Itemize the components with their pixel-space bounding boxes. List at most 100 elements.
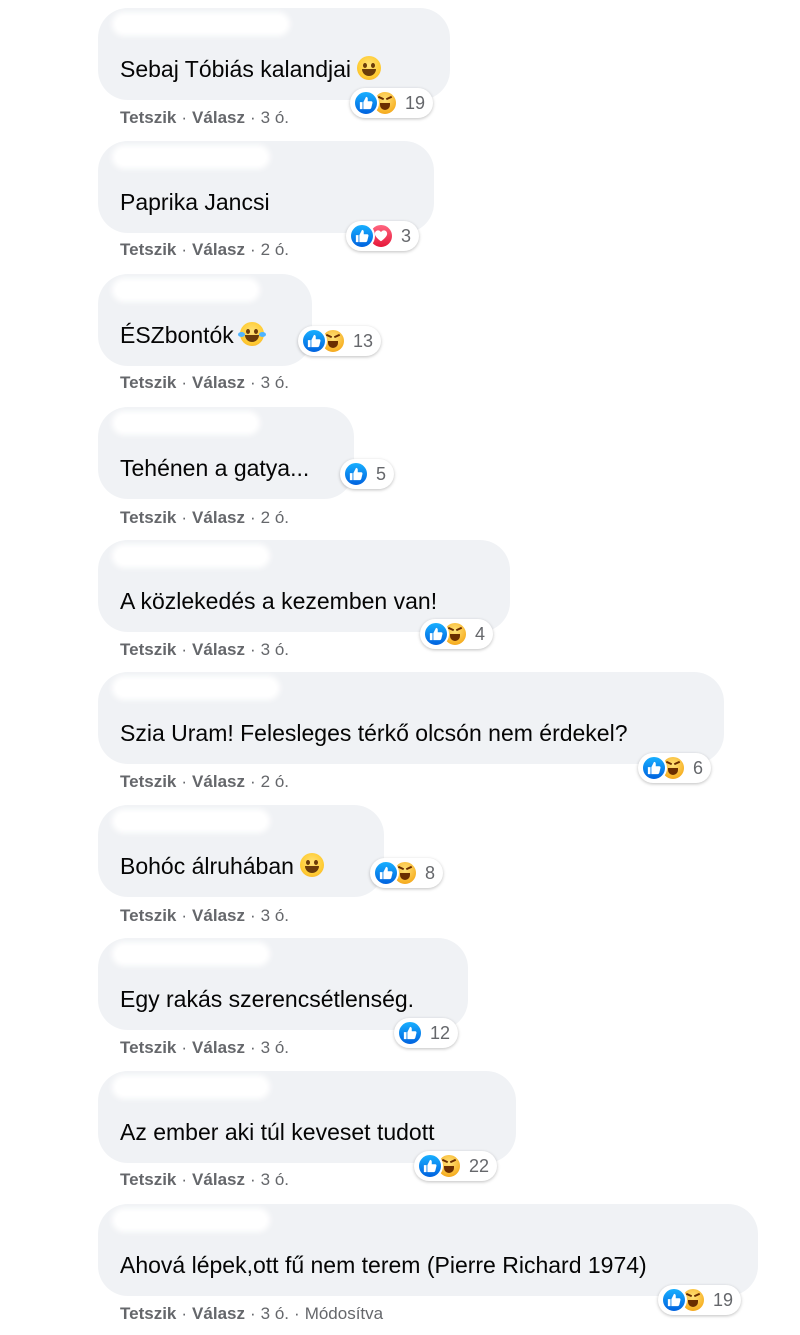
like-reaction-icon <box>641 755 667 781</box>
tears-of-joy-icon <box>237 322 266 346</box>
edited-label[interactable]: Módosítva <box>305 1304 383 1323</box>
comment-actions: Tetszik · Válasz · 3 ó. <box>120 373 290 392</box>
comment-bubble: Tehénen a gatya... 5 <box>98 407 395 499</box>
author-name-redacted[interactable] <box>116 548 266 564</box>
reaction-count: 8 <box>425 863 436 883</box>
comment-actions: Tetszik · Válasz · 3 ó. <box>120 1170 290 1189</box>
reaction-summary[interactable]: 19 <box>350 88 434 118</box>
timestamp[interactable]: 3 ó. <box>261 373 289 392</box>
reaction-count: 22 <box>469 1156 490 1176</box>
reaction-count: 4 <box>475 624 486 644</box>
author-name-redacted[interactable] <box>116 946 266 962</box>
timestamp[interactable]: 3 ó. <box>261 906 289 925</box>
like-link[interactable]: Tetszik <box>120 508 176 527</box>
reaction-count: 12 <box>430 1023 451 1043</box>
comment-1: Sebaj Tóbiás kalandjai 19 Tetszik · Válasz… <box>98 8 450 127</box>
like-link[interactable]: Tetszik <box>120 373 176 392</box>
reply-link[interactable]: Válasz <box>192 508 245 527</box>
author-name-redacted[interactable] <box>116 1212 266 1228</box>
comment-actions: Tetszik · Válasz · 3 ó. <box>120 906 290 925</box>
author-name-redacted[interactable] <box>116 813 266 829</box>
like-reaction-icon <box>661 1287 687 1313</box>
comment-bubble: Sebaj Tóbiás kalandjai 19 <box>98 8 450 118</box>
like-reaction-icon <box>397 1020 423 1046</box>
reaction-summary[interactable]: 22 <box>414 1151 498 1181</box>
like-reaction-icon <box>343 461 369 487</box>
reaction-count: 19 <box>405 93 426 113</box>
reaction-summary[interactable]: 3 <box>346 221 420 251</box>
comment-9: Az ember aki túl keveset tudott 22 Tetsz… <box>98 1071 516 1189</box>
comment-bubble: A közlekedés a kezemben van! 4 <box>98 540 510 649</box>
author-name-redacted[interactable] <box>116 16 286 32</box>
comment-actions: Tetszik · Válasz · 3 ó. <box>120 108 290 127</box>
comment-text: A közlekedés a kezemben van! <box>120 588 438 614</box>
timestamp[interactable]: 3 ó. <box>261 640 289 659</box>
author-name-redacted[interactable] <box>116 680 276 696</box>
comment-bubble: ÉSZbontók 13 <box>98 274 382 366</box>
like-link[interactable]: Tetszik <box>120 1304 176 1323</box>
like-reaction-icon <box>353 90 379 116</box>
like-reaction-icon <box>423 621 449 647</box>
comment-2: Paprika Jancsi 3 Tetszik · Válasz · 2 ó. <box>98 141 434 259</box>
comment-text: Egy rakás szerencsétlenség. <box>120 986 415 1012</box>
comment-bubble: Bohóc álruhában 8 <box>98 805 444 897</box>
comment-text: Szia Uram! Felesleges térkő olcsón nem é… <box>120 720 628 746</box>
timestamp[interactable]: 2 ó. <box>261 772 289 791</box>
like-reaction-icon <box>301 328 327 354</box>
reaction-summary[interactable]: 6 <box>638 753 712 783</box>
comment-actions: Tetszik · Válasz · 3 ó. <box>120 1038 290 1057</box>
like-link[interactable]: Tetszik <box>120 906 176 925</box>
reply-link[interactable]: Válasz <box>192 240 245 259</box>
comment-actions: Tetszik · Válasz · 2 ó. <box>120 240 290 259</box>
grinning-face-icon <box>357 56 382 80</box>
timestamp[interactable]: 3 ó. <box>261 1304 289 1323</box>
reaction-summary[interactable]: 12 <box>394 1018 459 1048</box>
comment-7: Bohóc álruhában 8 Tetszik · Válasz · 3 ó. <box>98 805 444 925</box>
timestamp[interactable]: 3 ó. <box>261 1170 289 1189</box>
author-name-redacted[interactable] <box>116 415 256 431</box>
comment-3: ÉSZbontók 13 Tetszik · Válasz · 3 ó. <box>98 274 382 392</box>
tongue-face-icon <box>299 853 324 877</box>
reaction-count: 6 <box>693 758 704 778</box>
comment-5: A közlekedés a kezemben van! 4 Tetszik · V… <box>98 540 510 659</box>
reply-link[interactable]: Válasz <box>192 108 245 127</box>
like-link[interactable]: Tetszik <box>120 108 176 127</box>
timestamp[interactable]: 2 ó. <box>261 240 289 259</box>
reply-link[interactable]: Válasz <box>192 772 245 791</box>
reaction-count: 13 <box>353 331 374 351</box>
like-link[interactable]: Tetszik <box>120 640 176 659</box>
reply-link[interactable]: Válasz <box>192 1038 245 1057</box>
author-name-redacted[interactable] <box>116 149 266 165</box>
like-link[interactable]: Tetszik <box>120 1038 176 1057</box>
timestamp[interactable]: 3 ó. <box>261 1038 289 1057</box>
comment-bubble: Egy rakás szerencsétlenség. 12 <box>98 938 468 1048</box>
timestamp[interactable]: 3 ó. <box>261 108 289 127</box>
reply-link[interactable]: Válasz <box>192 373 245 392</box>
comment-text: Tehénen a gatya... <box>120 455 310 481</box>
reaction-summary[interactable]: 4 <box>420 619 494 649</box>
reaction-summary[interactable]: 13 <box>298 326 382 356</box>
like-link[interactable]: Tetszik <box>120 240 176 259</box>
like-reaction-icon <box>349 223 375 249</box>
author-name-redacted[interactable] <box>116 282 256 298</box>
comment-4: Tehénen a gatya... 5 Tetszik · Válasz · 2 ó. <box>98 407 395 527</box>
like-link[interactable]: Tetszik <box>120 1170 176 1189</box>
reply-link[interactable]: Válasz <box>192 906 245 925</box>
comment-bubble: Az ember aki túl keveset tudott 22 <box>98 1071 516 1181</box>
comment-actions: Tetszik · Válasz · 3 ó. <box>120 640 290 659</box>
reply-link[interactable]: Válasz <box>192 1304 245 1323</box>
comment-text: ÉSZbontók <box>120 320 266 350</box>
comment-text: Ahová lépek,ott fű nem terem (Pierre Ric… <box>120 1252 647 1278</box>
reaction-summary[interactable]: 5 <box>340 459 395 489</box>
reply-link[interactable]: Válasz <box>192 1170 245 1189</box>
comment-actions: Tetszik · Válasz · 2 ó. <box>120 772 290 791</box>
comment-text: Az ember aki túl keveset tudott <box>120 1119 435 1145</box>
reaction-summary[interactable]: 19 <box>658 1285 742 1315</box>
comment-actions: Tetszik · Válasz · 2 ó. <box>120 508 290 527</box>
reply-link[interactable]: Válasz <box>192 640 245 659</box>
like-link[interactable]: Tetszik <box>120 772 176 791</box>
author-name-redacted[interactable] <box>116 1079 266 1095</box>
reaction-summary[interactable]: 8 <box>370 858 444 888</box>
reaction-count: 19 <box>713 1290 734 1310</box>
timestamp[interactable]: 2 ó. <box>261 508 289 527</box>
